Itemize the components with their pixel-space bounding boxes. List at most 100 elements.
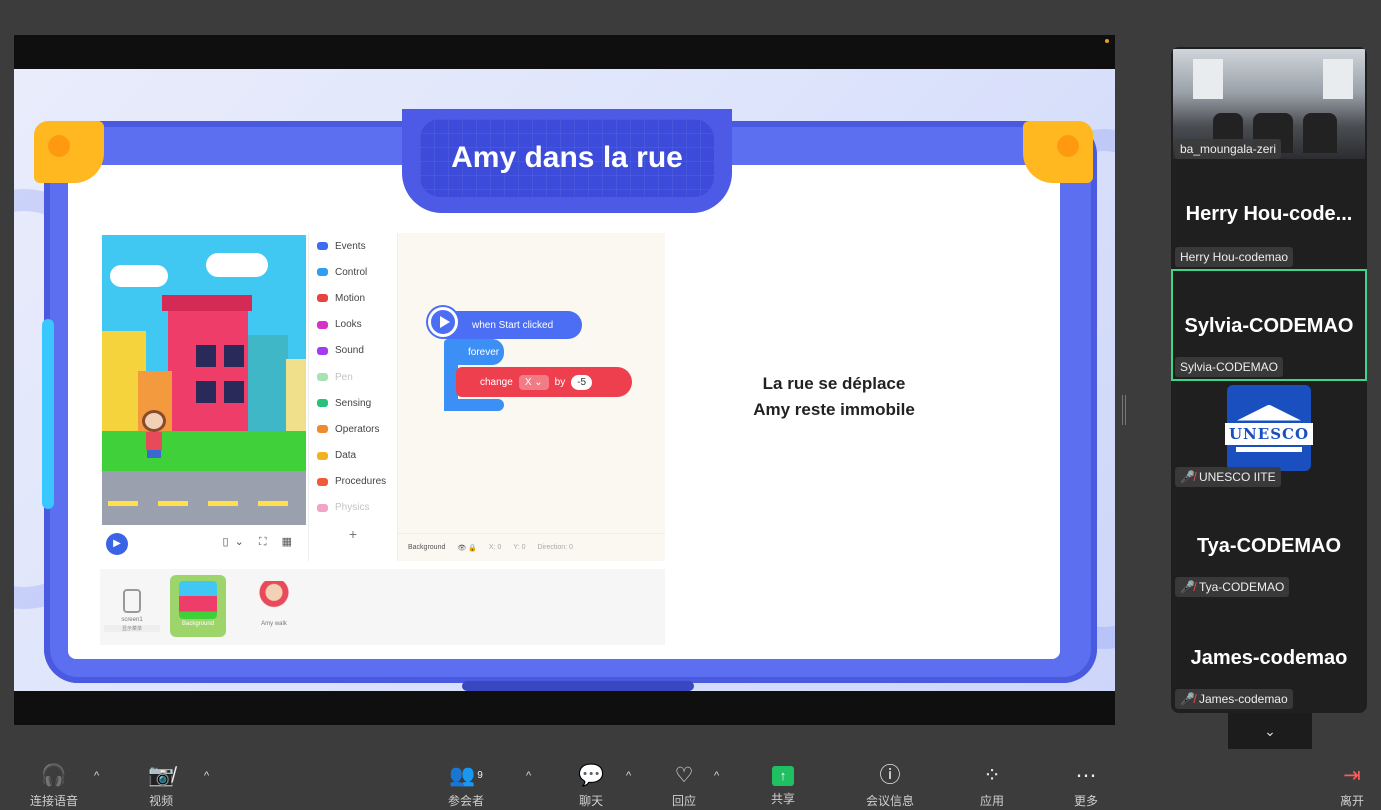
react-options-caret-icon[interactable]: ^ xyxy=(714,770,719,782)
sprite-amy-walk[interactable]: Amy walk xyxy=(246,575,302,637)
procedures-icon xyxy=(317,477,328,486)
category-control[interactable]: Control xyxy=(309,259,397,285)
video-options-caret-icon[interactable]: ^ xyxy=(204,770,209,782)
participant-name-tag: 🎤̸ UNESCO IITE xyxy=(1175,467,1281,487)
category-looks[interactable]: Looks xyxy=(309,312,397,338)
video-off-icon: 📷̸ xyxy=(148,764,175,787)
category-operators[interactable]: Operators xyxy=(309,416,397,442)
motion-icon xyxy=(317,294,328,303)
participant-display-name: Herry Hou-code... xyxy=(1185,203,1353,225)
category-motion[interactable]: Motion xyxy=(309,285,397,311)
chat-options-caret-icon[interactable]: ^ xyxy=(626,770,631,782)
category-physics[interactable]: Physics xyxy=(309,495,397,521)
code-editor-screenshot: ▶ ▯⌄ ⛶ ▦ Events Control Motion Looks Sou… xyxy=(100,233,665,645)
side-accent-bar xyxy=(42,319,54,509)
change-value-input[interactable]: -5 xyxy=(571,374,593,390)
react-button[interactable]: ♡ 回应 xyxy=(672,764,696,809)
sprite-background[interactable]: Background xyxy=(170,575,226,637)
corner-decoration xyxy=(1023,121,1093,183)
meeting-toolbar: 🎧 连接语音 ^ 📷̸ 视频 ^ 👥 9 参会者 ^ 💬 聊天 ^ ♡ 回应 ^ … xyxy=(0,754,1381,810)
sensing-icon xyxy=(317,399,328,408)
forever-block[interactable]: forever xyxy=(444,339,504,365)
category-procedures[interactable]: Procedures xyxy=(309,469,397,495)
category-sound[interactable]: Sound xyxy=(309,338,397,364)
participant-name-tag: ba_moungala-zeri xyxy=(1175,139,1282,159)
bottom-accent-bar xyxy=(462,681,694,691)
chat-button[interactable]: 💬 聊天 xyxy=(578,764,604,809)
more-button[interactable]: ⋯ 更多 xyxy=(1074,764,1098,809)
category-events[interactable]: Events xyxy=(309,233,397,259)
panel-resize-handle[interactable] xyxy=(1122,395,1126,425)
apps-icon: ⁘ xyxy=(983,764,1001,787)
slide-title: Amy dans la rue xyxy=(451,141,683,174)
mic-muted-icon: 🎤̸ xyxy=(1180,580,1195,594)
sprite-screen1[interactable]: screen1 显示菜单 xyxy=(104,575,160,637)
control-icon xyxy=(317,268,328,277)
pen-icon xyxy=(317,373,328,382)
participant-tile[interactable]: UNESCO 🎤̸ UNESCO IITE xyxy=(1171,381,1367,491)
participant-display-name: Sylvia-CODEMAO xyxy=(1184,315,1354,337)
apps-button[interactable]: ⁘ 应用 xyxy=(980,764,1004,809)
share-button[interactable]: ↑ 共享 xyxy=(771,764,795,807)
category-pen[interactable]: Pen xyxy=(309,364,397,390)
data-icon xyxy=(317,451,328,460)
audio-options-caret-icon[interactable]: ^ xyxy=(94,770,99,782)
events-icon xyxy=(317,242,328,251)
sprite-name-label: Background xyxy=(408,544,446,551)
participant-panel: ba_moungala-zeri Herry Hou-code... Herry… xyxy=(1171,47,1367,713)
audio-button[interactable]: 🎧 连接语音 xyxy=(30,764,78,809)
sprite-list: screen1 显示菜单 Background Amy walk xyxy=(100,569,665,645)
participant-tile[interactable]: Tya-CODEMAO 🎤̸ Tya-CODEMAO xyxy=(1171,491,1367,603)
screen-icon xyxy=(123,589,141,613)
looks-icon xyxy=(317,320,328,329)
physics-icon xyxy=(317,503,328,512)
participants-icon: 👥 9 xyxy=(449,764,483,787)
presentation-slide: Amy dans la rue ▶ ▯⌄ ⛶ ▦ Events Control … xyxy=(14,69,1115,691)
block-categories: Events Control Motion Looks Sound Pen Se… xyxy=(308,233,398,561)
slide-caption: La rue se déplace Amy reste immobile xyxy=(753,374,915,419)
chevron-down-icon[interactable]: ⌄ xyxy=(1228,713,1312,749)
leave-button[interactable]: ⇥ 离开 xyxy=(1340,764,1364,809)
heart-icon: ♡ xyxy=(674,764,694,787)
sprite-properties-bar: Background 👁 🔒 X: 0 Y: 0 Direction: 0 xyxy=(398,533,665,561)
background-thumbnail xyxy=(179,581,217,619)
participant-tile[interactable]: Herry Hou-code... Herry Hou-codemao xyxy=(1171,165,1367,269)
headphones-icon: 🎧 xyxy=(40,764,68,787)
start-flag-icon xyxy=(428,307,458,337)
participant-tile[interactable]: ba_moungala-zeri xyxy=(1171,47,1367,165)
shared-screen[interactable]: Amy dans la rue ▶ ▯⌄ ⛶ ▦ Events Control … xyxy=(14,35,1115,725)
meeting-window: Amy dans la rue ▶ ▯⌄ ⛶ ▦ Events Control … xyxy=(0,0,1381,810)
video-button[interactable]: 📷̸ 视频 xyxy=(148,764,174,809)
participant-display-name: James-codemao xyxy=(1190,647,1348,669)
add-extension-button[interactable]: + xyxy=(309,521,397,547)
visibility-icons[interactable]: 👁 🔒 xyxy=(457,544,477,552)
leave-icon: ⇥ xyxy=(1343,764,1361,787)
amy-thumbnail xyxy=(255,581,293,619)
participant-name-tag: Sylvia-CODEMAO xyxy=(1175,357,1284,377)
participant-name-tag: 🎤̸ James-codemao xyxy=(1175,689,1293,709)
chat-icon: 💬 xyxy=(578,764,605,787)
forever-loop-foot xyxy=(444,399,504,411)
unesco-logo: UNESCO xyxy=(1224,385,1314,471)
play-icon[interactable]: ▶ xyxy=(106,533,128,555)
code-workspace[interactable]: when Start clicked forever change X ⌄ by… xyxy=(398,233,665,533)
participant-name-tag: Herry Hou-codemao xyxy=(1175,247,1294,267)
category-data[interactable]: Data xyxy=(309,443,397,469)
participant-tile-active-speaker[interactable]: Sylvia-CODEMAO Sylvia-CODEMAO xyxy=(1171,269,1367,381)
category-sensing[interactable]: Sensing xyxy=(309,390,397,416)
stage-view-icons[interactable]: ▯⌄ ⛶ ▦ xyxy=(223,535,298,549)
meeting-info-button[interactable]: ⓘ 会议信息 xyxy=(866,764,914,809)
participants-options-caret-icon[interactable]: ^ xyxy=(526,770,531,782)
mic-muted-icon: 🎤̸ xyxy=(1180,470,1195,484)
variable-dropdown[interactable]: X ⌄ xyxy=(518,374,549,390)
stage-controls: ▶ ▯⌄ ⛶ ▦ xyxy=(102,525,306,561)
change-block[interactable]: change X ⌄ by -5 xyxy=(456,367,632,397)
participant-tile[interactable]: James-codemao 🎤̸ James-codemao xyxy=(1171,603,1367,713)
mic-muted-icon: 🎤̸ xyxy=(1180,692,1195,706)
info-icon: ⓘ xyxy=(879,764,901,787)
sound-icon xyxy=(317,346,328,355)
stage-preview xyxy=(102,235,306,525)
participant-display-name: Tya-CODEMAO xyxy=(1196,535,1342,557)
amy-sprite xyxy=(142,410,166,460)
participants-button[interactable]: 👥 9 参会者 xyxy=(448,764,484,809)
